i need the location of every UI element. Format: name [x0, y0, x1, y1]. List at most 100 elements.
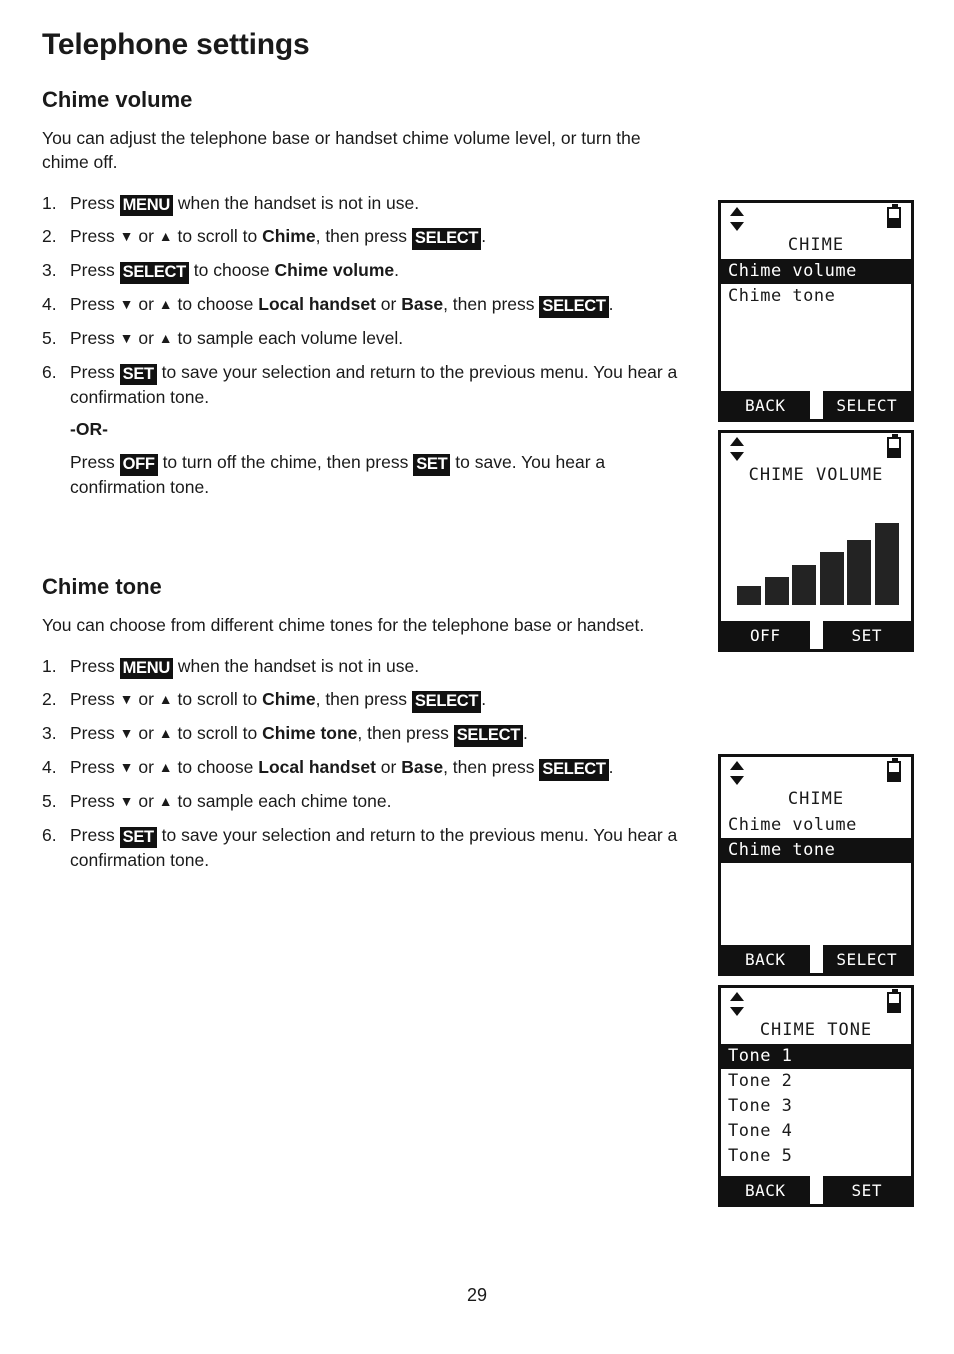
step-text: Press [70, 452, 120, 473]
lcd-title: CHIME [787, 235, 845, 255]
key-label-menu: MENU [119, 194, 173, 217]
section-heading: Chime tone [42, 574, 162, 600]
lcd-menu-item[interactable]: Tone 2 [721, 1069, 911, 1094]
arrow-up-icon: ▲ [158, 691, 173, 708]
scroll-up-down-icon [730, 207, 744, 231]
arrow-up-icon: ▲ [158, 792, 173, 809]
volume-bar-1 [737, 586, 761, 605]
volume-bar-3 [792, 565, 817, 605]
step-text: or [133, 689, 159, 710]
lcd-status-bar [721, 203, 911, 233]
lcd-softkey-bar: BACK SET [721, 1176, 911, 1204]
step-item: 5. Press ▼ or ▲ to sample each volume lev… [42, 326, 682, 351]
volume-bar-2 [764, 576, 789, 605]
step-text: or [133, 790, 159, 811]
step-number: 1. [42, 655, 57, 676]
section-chime-tone: Chime tone You can choose from different… [42, 574, 682, 872]
step-list: 1. Press MENU when the handset is not in … [42, 654, 682, 873]
step-text: . [481, 226, 487, 247]
step-item: 4. Press ▼ or ▲ to choose Local handset o… [42, 755, 682, 781]
lcd-menu-item[interactable]: Tone 3 [721, 1094, 911, 1119]
step-text: to sample each volume level. [172, 327, 404, 348]
battery-icon [887, 434, 901, 458]
lcd-menu-list: Chime volume Chime tone [721, 259, 911, 309]
lcd-menu-item[interactable]: Chime tone [721, 284, 911, 309]
step-text: to scroll to [172, 226, 263, 247]
softkey-right[interactable]: SET [822, 621, 911, 649]
step-text: or [375, 757, 402, 778]
softkey-right[interactable]: SET [822, 1176, 911, 1204]
text-column: Telephone settings Chime volume You can … [42, 28, 682, 882]
emphasis-text: Chime volume [274, 260, 395, 281]
arrow-up-icon: ▲ [158, 228, 173, 245]
scroll-up-down-icon [730, 761, 744, 785]
key-label-select: SELECT [453, 725, 524, 747]
softkey-right[interactable]: SELECT [822, 391, 911, 419]
step-text: to choose [172, 294, 259, 315]
step-text: Press [70, 294, 120, 315]
step-text: to choose [172, 757, 259, 778]
section-intro: You can choose from different chime tone… [42, 615, 645, 636]
softkey-right[interactable]: SELECT [822, 945, 911, 973]
step-number: 5. [42, 790, 57, 811]
step-text: . [481, 689, 487, 710]
step-text: when the handset is not in use. [173, 655, 420, 676]
step-text: Press [70, 655, 120, 676]
lcd-menu-list: Chime volume Chime tone [721, 813, 911, 863]
lcd-menu-item-selected[interactable]: Tone 1 [721, 1044, 911, 1069]
step-text: or [133, 327, 159, 348]
lcd-menu-item[interactable]: Tone 5 [721, 1144, 911, 1169]
step-item: 1. Press MENU when the handset is not in … [42, 654, 682, 680]
emphasis-text: Local handset [258, 294, 376, 315]
step-text: or [133, 294, 159, 315]
step-text: . [394, 260, 400, 281]
step-text: , then press [443, 294, 540, 315]
softkey-left[interactable]: BACK [721, 1176, 810, 1204]
step-text: to turn off the chime, then press [157, 452, 414, 473]
lcd-menu-item[interactable]: Chime volume [721, 813, 911, 838]
arrow-down-icon: ▼ [119, 759, 134, 776]
step-number: 6. [42, 824, 57, 845]
step-text: Press [70, 824, 120, 845]
lcd-softkey-bar: BACK SELECT [721, 945, 911, 973]
step-item: 6. Press SET to save your selection and r… [42, 360, 682, 410]
step-number: 1. [42, 192, 57, 213]
key-label-set: SET [119, 363, 157, 386]
lcd-menu-item-selected[interactable]: Chime volume [721, 259, 911, 284]
step-text: , then press [443, 757, 540, 778]
key-label-select: SELECT [539, 296, 609, 318]
manual-page: Telephone settings Chime volume You can … [0, 0, 954, 1354]
step-text: to sample each chime tone. [172, 790, 392, 811]
step-text: or [375, 294, 402, 315]
step-number: 4. [42, 757, 57, 778]
step-text: or [133, 723, 159, 744]
step-text: , then press [315, 226, 412, 247]
key-label-select: SELECT [119, 262, 189, 284]
lcd-softkey-bar: OFF SET [721, 621, 911, 649]
lcd-menu-item-selected[interactable]: Chime tone [721, 838, 911, 863]
arrow-up-icon: ▲ [158, 725, 173, 742]
step-item: 4. Press ▼ or ▲ to choose Local handset o… [42, 292, 682, 318]
step-text: Press [70, 226, 120, 247]
lcd-softkey-bar: BACK SELECT [721, 391, 911, 419]
volume-bar-5 [847, 539, 872, 605]
step-item: 2. Press ▼ or ▲ to scroll to Chime, then … [42, 687, 682, 713]
softkey-left[interactable]: BACK [721, 391, 810, 419]
key-label-select: SELECT [539, 759, 609, 781]
step-text: Press [70, 723, 120, 744]
softkey-left[interactable]: BACK [721, 945, 810, 973]
section-intro: You can adjust the telephone base or han… [42, 128, 641, 173]
softkey-left[interactable]: OFF [721, 621, 810, 649]
lcd-screen-chime-tone-list: CHIME TONE Tone 1 Tone 2 Tone 3 Tone 4 Tone … [718, 985, 914, 1207]
lcd-menu-list: Tone 1 Tone 2 Tone 3 Tone 4 Tone 5 [721, 1044, 911, 1169]
step-item: 6. Press SET to save your selection and r… [42, 823, 682, 873]
step-number: 3. [42, 260, 57, 281]
step-number: 2. [42, 689, 57, 710]
scroll-up-down-icon [730, 437, 744, 461]
lcd-screen-chime-menu-volume-selected: CHIME Chime volume Chime tone BACK SELECT [718, 200, 914, 422]
volume-level-bars [737, 523, 899, 605]
softkey-divider [809, 1176, 823, 1204]
step-text: when the handset is not in use. [173, 192, 420, 213]
lcd-status-bar [721, 433, 911, 463]
lcd-menu-item[interactable]: Tone 4 [721, 1119, 911, 1144]
